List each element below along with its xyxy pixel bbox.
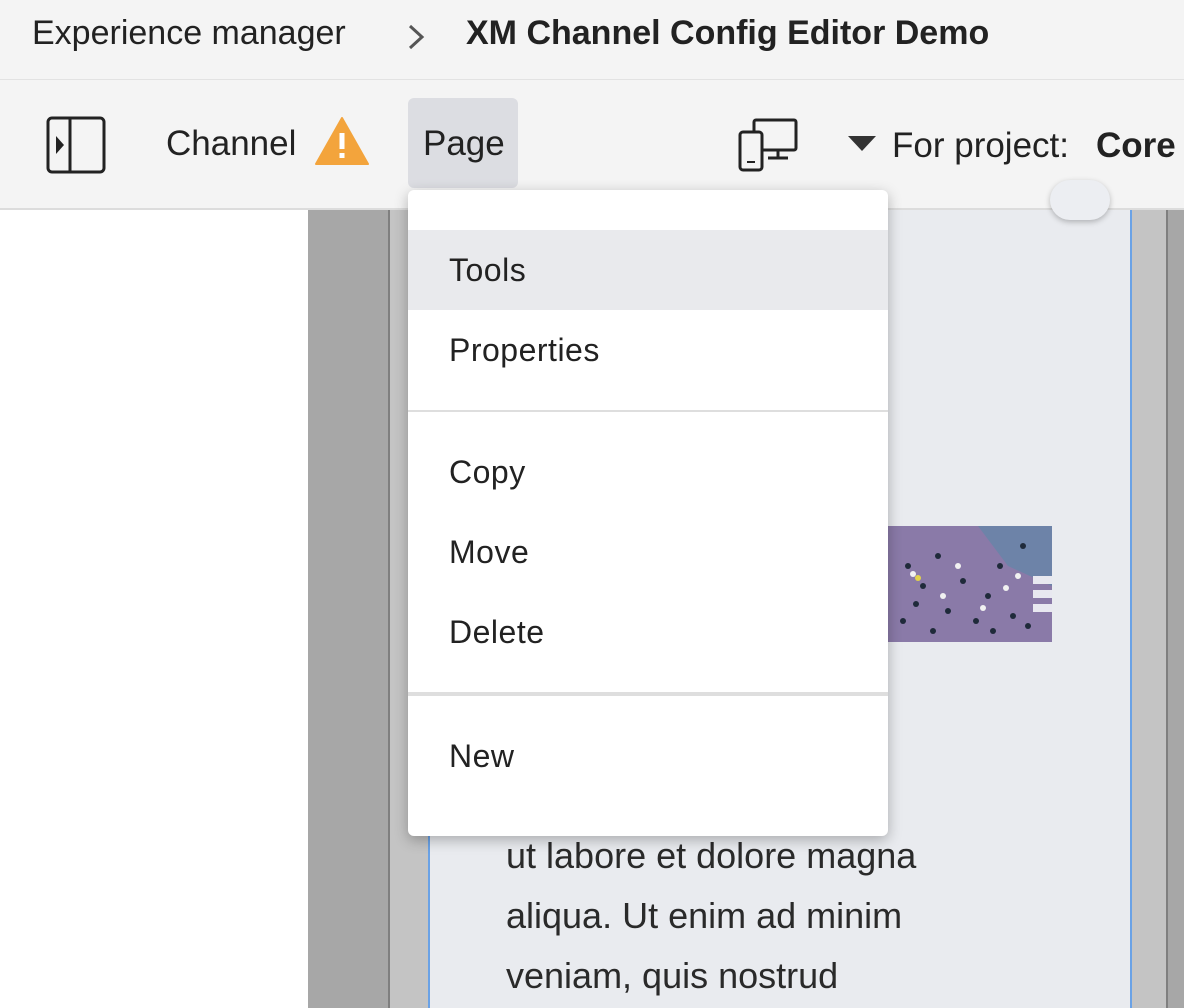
menu-item-properties[interactable]: Properties — [408, 310, 888, 390]
frame-divider — [388, 210, 390, 1008]
breadcrumb-current: XM Channel Config Editor Demo — [466, 14, 990, 52]
warning-icon — [315, 117, 369, 165]
caret-down-icon[interactable] — [848, 136, 876, 152]
menu-item-tools[interactable]: Tools — [408, 230, 888, 310]
menu-item-delete[interactable]: Delete — [408, 592, 888, 672]
canvas-left-margin — [0, 210, 308, 1008]
breadcrumb: Experience manager XM Channel Config Edi… — [0, 0, 1184, 80]
frame-divider — [1166, 210, 1168, 1008]
menu-item-move[interactable]: Move — [408, 512, 888, 592]
crowd-photo-icon — [888, 526, 1052, 642]
page-menu-label: Page — [423, 124, 505, 163]
channel-menu-button[interactable]: Channel — [166, 124, 296, 164]
menu-item-new[interactable]: New — [408, 716, 888, 796]
menu-divider — [408, 410, 888, 412]
breadcrumb-root-link[interactable]: Experience manager — [32, 14, 346, 53]
component-overlay-button[interactable] — [1050, 180, 1110, 220]
page-menu-button[interactable]: Page — [408, 98, 518, 188]
devices-icon[interactable] — [738, 118, 798, 172]
banner-image — [888, 526, 1052, 642]
project-label: For project: — [892, 126, 1069, 165]
page-dropdown-menu: Tools Properties Copy Move Delete New — [408, 190, 888, 836]
sidebar-toggle-icon[interactable] — [46, 116, 106, 174]
menu-item-copy[interactable]: Copy — [408, 432, 888, 512]
project-selector[interactable]: Core — [1096, 126, 1176, 166]
chevron-right-icon — [408, 24, 425, 50]
menu-divider — [408, 692, 888, 696]
